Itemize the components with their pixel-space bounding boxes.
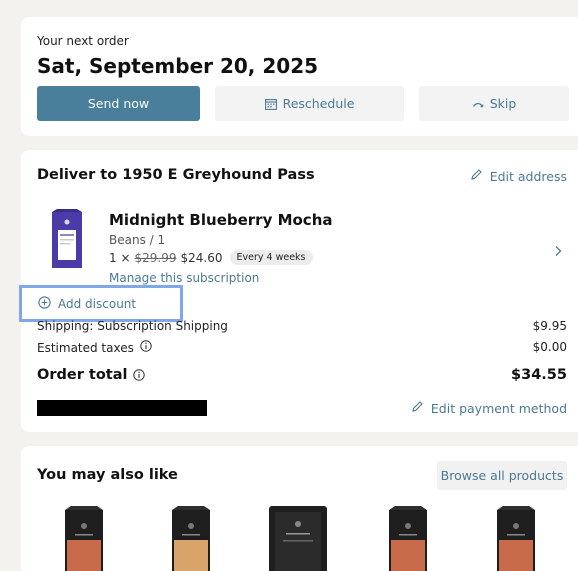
order-total-row: Order total $34.55	[37, 367, 567, 383]
product-card-5[interactable]	[493, 506, 539, 571]
delivery-card: Deliver to 1950 E Greyhound Pass Edit ad…	[19, 150, 578, 432]
skip-arc-icon	[472, 100, 484, 108]
product-label-band	[67, 540, 101, 571]
product-card-3[interactable]	[267, 504, 329, 571]
edit-payment-label: Edit payment method	[430, 400, 567, 416]
plus-circle-icon	[38, 295, 51, 312]
pencil-icon	[411, 400, 424, 416]
next-order-card: Your next order Sat, September 20, 2025 …	[21, 17, 578, 136]
edit-address-label: Edit address	[489, 168, 567, 184]
edit-address-link[interactable]: Edit address	[470, 168, 567, 184]
product-name[interactable]: Midnight Blueberry Mocha	[109, 211, 333, 229]
order-total-value: $34.55	[511, 367, 567, 383]
taxes-value: $0.00	[532, 340, 567, 354]
product-label-band	[391, 540, 425, 571]
info-icon[interactable]	[133, 369, 146, 381]
taxes-row: Estimated taxes $0.00	[37, 340, 567, 355]
edit-payment-link[interactable]: Edit payment method	[411, 400, 567, 416]
skip-button[interactable]: Skip	[419, 86, 569, 121]
product-card-1[interactable]	[61, 506, 107, 571]
chevron-right-icon[interactable]	[554, 242, 562, 261]
delivery-title: Deliver to 1950 E Greyhound Pass	[37, 167, 315, 183]
taxes-label: Estimated taxes	[37, 340, 134, 355]
info-icon[interactable]	[140, 340, 152, 355]
recommendations-card: You may also like Browse all products	[21, 446, 578, 571]
skip-label: Skip	[489, 96, 517, 111]
product-label-band	[499, 540, 533, 571]
frequency-badge: Every 4 weeks	[229, 250, 313, 265]
shipping-row: Shipping: Subscription Shipping $9.95	[37, 319, 567, 333]
shipping-value: $9.95	[532, 319, 567, 333]
browse-all-products-button[interactable]: Browse all products	[437, 461, 567, 490]
price-line: 1 × $29.99 $24.60 Every 4 weeks	[109, 250, 313, 265]
send-now-label: Send now	[87, 96, 150, 111]
discounted-price: $24.60	[180, 250, 223, 265]
product-card-4[interactable]	[385, 506, 431, 571]
next-order-date: Sat, September 20, 2025	[37, 54, 319, 78]
browse-all-label: Browse all products	[440, 468, 564, 483]
product-image	[49, 208, 85, 272]
next-order-label: Your next order	[37, 34, 129, 48]
redacted-payment-info	[37, 400, 207, 416]
manage-subscription-link[interactable]: Manage this subscription	[109, 271, 259, 285]
shipping-label: Shipping: Subscription Shipping	[37, 319, 228, 333]
add-discount-button[interactable]: Add discount	[19, 285, 183, 322]
pencil-icon	[470, 168, 483, 184]
product-label-band	[174, 540, 208, 571]
quantity-prefix: 1 ×	[109, 250, 131, 265]
recommendations-title: You may also like	[37, 467, 178, 483]
product-card-2[interactable]	[168, 506, 214, 571]
product-variant: Beans / 1	[109, 233, 166, 247]
send-now-button[interactable]: Send now	[37, 86, 200, 121]
original-price: $29.99	[134, 250, 177, 265]
order-total-label: Order total	[37, 367, 128, 383]
add-discount-label: Add discount	[58, 296, 137, 311]
reschedule-label: Reschedule	[282, 96, 355, 111]
calendar-icon	[264, 98, 277, 110]
reschedule-button[interactable]: Reschedule	[215, 86, 404, 121]
